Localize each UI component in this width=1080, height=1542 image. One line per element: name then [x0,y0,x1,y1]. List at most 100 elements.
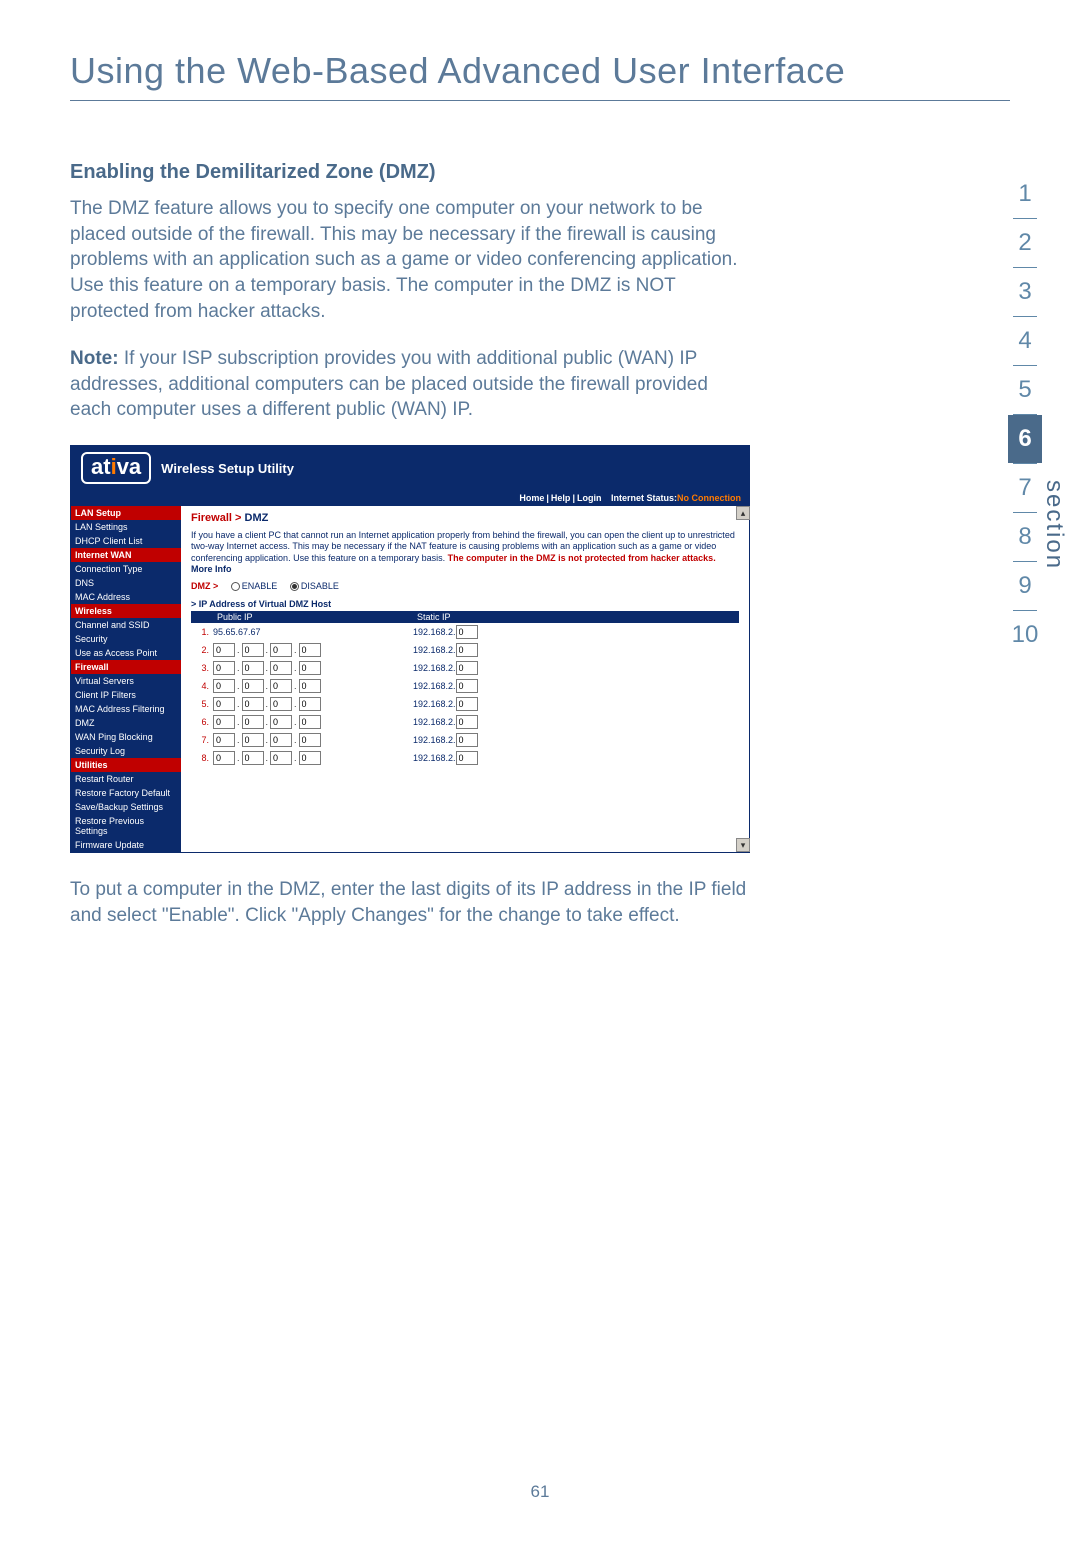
section-nav-item[interactable]: 7 [1008,464,1042,512]
section-nav-item[interactable]: 6 [1008,415,1042,463]
public-ip-octet[interactable] [270,715,292,729]
public-ip-octet[interactable] [213,751,235,765]
section-subheading: Enabling the Demilitarized Zone (DMZ) [70,161,1010,184]
dmz-description: If you have a client PC that cannot run … [191,530,739,575]
public-ip-octet[interactable] [270,697,292,711]
table-header: Public IP Static IP [191,611,739,623]
public-ip-octet[interactable] [213,715,235,729]
public-ip-octet[interactable] [213,643,235,657]
static-ip-last-octet[interactable] [456,661,478,675]
public-ip-octet[interactable] [270,661,292,675]
router-sidebar: LAN SetupLAN SettingsDHCP Client ListInt… [71,506,181,852]
public-ip-octet[interactable] [299,697,321,711]
public-ip-octet[interactable] [242,715,264,729]
sidebar-item[interactable]: Security Log [71,744,181,758]
sidebar-item[interactable]: LAN Settings [71,520,181,534]
page-title: Using the Web-Based Advanced User Interf… [70,50,1010,101]
static-ip-last-octet[interactable] [456,625,478,639]
public-ip-octet[interactable] [242,643,264,657]
public-ip-octet[interactable] [213,733,235,747]
public-ip-octet[interactable] [242,751,264,765]
section-nav-item[interactable]: 5 [1008,366,1042,414]
enable-radio[interactable] [231,582,240,591]
public-ip-octet[interactable] [299,643,321,657]
sidebar-item[interactable]: DMZ [71,716,181,730]
public-ip-octet[interactable] [299,661,321,675]
sidebar-item[interactable]: MAC Address [71,590,181,604]
section-nav-item[interactable]: 9 [1008,562,1042,610]
public-ip-octet[interactable] [270,679,292,693]
nav-help[interactable]: Help [551,493,571,503]
section-nav-item[interactable]: 4 [1008,317,1042,365]
more-info-link[interactable]: More Info [191,564,232,574]
public-ip-octet[interactable] [242,733,264,747]
public-ip-octet[interactable] [299,751,321,765]
table-row: 4....192.168.2. [191,677,739,695]
status-value: No Connection [677,493,741,503]
public-ip-octet[interactable] [213,697,235,711]
section-nav: 12345678910 [1008,170,1042,659]
sidebar-item[interactable]: Virtual Servers [71,674,181,688]
public-ip-octet[interactable] [299,715,321,729]
nav-login[interactable]: Login [577,493,602,503]
static-ip-last-octet[interactable] [456,679,478,693]
sidebar-item[interactable]: DHCP Client List [71,534,181,548]
sidebar-item[interactable]: Security [71,632,181,646]
public-ip-octet[interactable] [299,733,321,747]
public-ip-octet[interactable] [270,733,292,747]
note-paragraph: Note: If your ISP subscription provides … [70,346,750,423]
scroll-up-icon[interactable]: ▴ [736,506,750,520]
static-ip-last-octet[interactable] [456,751,478,765]
router-header: ativa Wireless Setup Utility [71,446,749,490]
sidebar-item[interactable]: Client IP Filters [71,688,181,702]
sidebar-group: Utilities [71,758,181,772]
sidebar-item[interactable]: MAC Address Filtering [71,702,181,716]
section-nav-item[interactable]: 8 [1008,513,1042,561]
static-ip-last-octet[interactable] [456,697,478,711]
table-row: 1.95.65.67.67192.168.2. [191,623,739,641]
sidebar-item[interactable]: Restart Router [71,772,181,786]
table-row: 8....192.168.2. [191,749,739,767]
section-nav-item[interactable]: 1 [1008,170,1042,218]
sidebar-item[interactable]: Restore Previous Settings [71,814,181,838]
public-ip-octet[interactable] [270,751,292,765]
public-ip-octet[interactable] [299,679,321,693]
static-ip-last-octet[interactable] [456,643,478,657]
sidebar-item[interactable]: Restore Factory Default [71,786,181,800]
public-ip-octet[interactable] [242,661,264,675]
sidebar-item[interactable]: Channel and SSID [71,618,181,632]
section-nav-item[interactable]: 2 [1008,219,1042,267]
brand-logo: ativa [81,452,151,484]
sidebar-item[interactable]: Save/Backup Settings [71,800,181,814]
sidebar-item[interactable]: Connection Type [71,562,181,576]
intro-paragraph: The DMZ feature allows you to specify on… [70,196,750,324]
note-label: Note: [70,348,119,369]
public-ip-octet[interactable] [242,697,264,711]
table-row: 5....192.168.2. [191,695,739,713]
public-ip-octet[interactable] [242,679,264,693]
public-ip-octet[interactable] [213,661,235,675]
nav-home[interactable]: Home [519,493,544,503]
router-content: ▴ Firewall > DMZ If you have a client PC… [181,506,749,852]
public-ip-octet[interactable] [213,679,235,693]
section-label: section [1040,480,1068,570]
table-caption: > IP Address of Virtual DMZ Host [191,599,739,609]
sidebar-item[interactable]: DNS [71,576,181,590]
static-ip-last-octet[interactable] [456,733,478,747]
router-topnav: Home|Help|Login Internet Status:No Conne… [71,490,749,506]
sidebar-group: Firewall [71,660,181,674]
table-row: 2....192.168.2. [191,641,739,659]
disable-radio[interactable] [290,582,299,591]
static-ip-last-octet[interactable] [456,715,478,729]
scroll-down-icon[interactable]: ▾ [736,838,750,852]
router-headline: Wireless Setup Utility [161,461,294,476]
section-nav-item[interactable]: 3 [1008,268,1042,316]
table-row: 6....192.168.2. [191,713,739,731]
section-nav-item[interactable]: 10 [1008,611,1042,659]
sidebar-item[interactable]: Use as Access Point [71,646,181,660]
sidebar-item[interactable]: Firmware Update [71,838,181,852]
sidebar-item[interactable]: WAN Ping Blocking [71,730,181,744]
dmz-label: DMZ > [191,581,218,591]
table-row: 3....192.168.2. [191,659,739,677]
public-ip-octet[interactable] [270,643,292,657]
